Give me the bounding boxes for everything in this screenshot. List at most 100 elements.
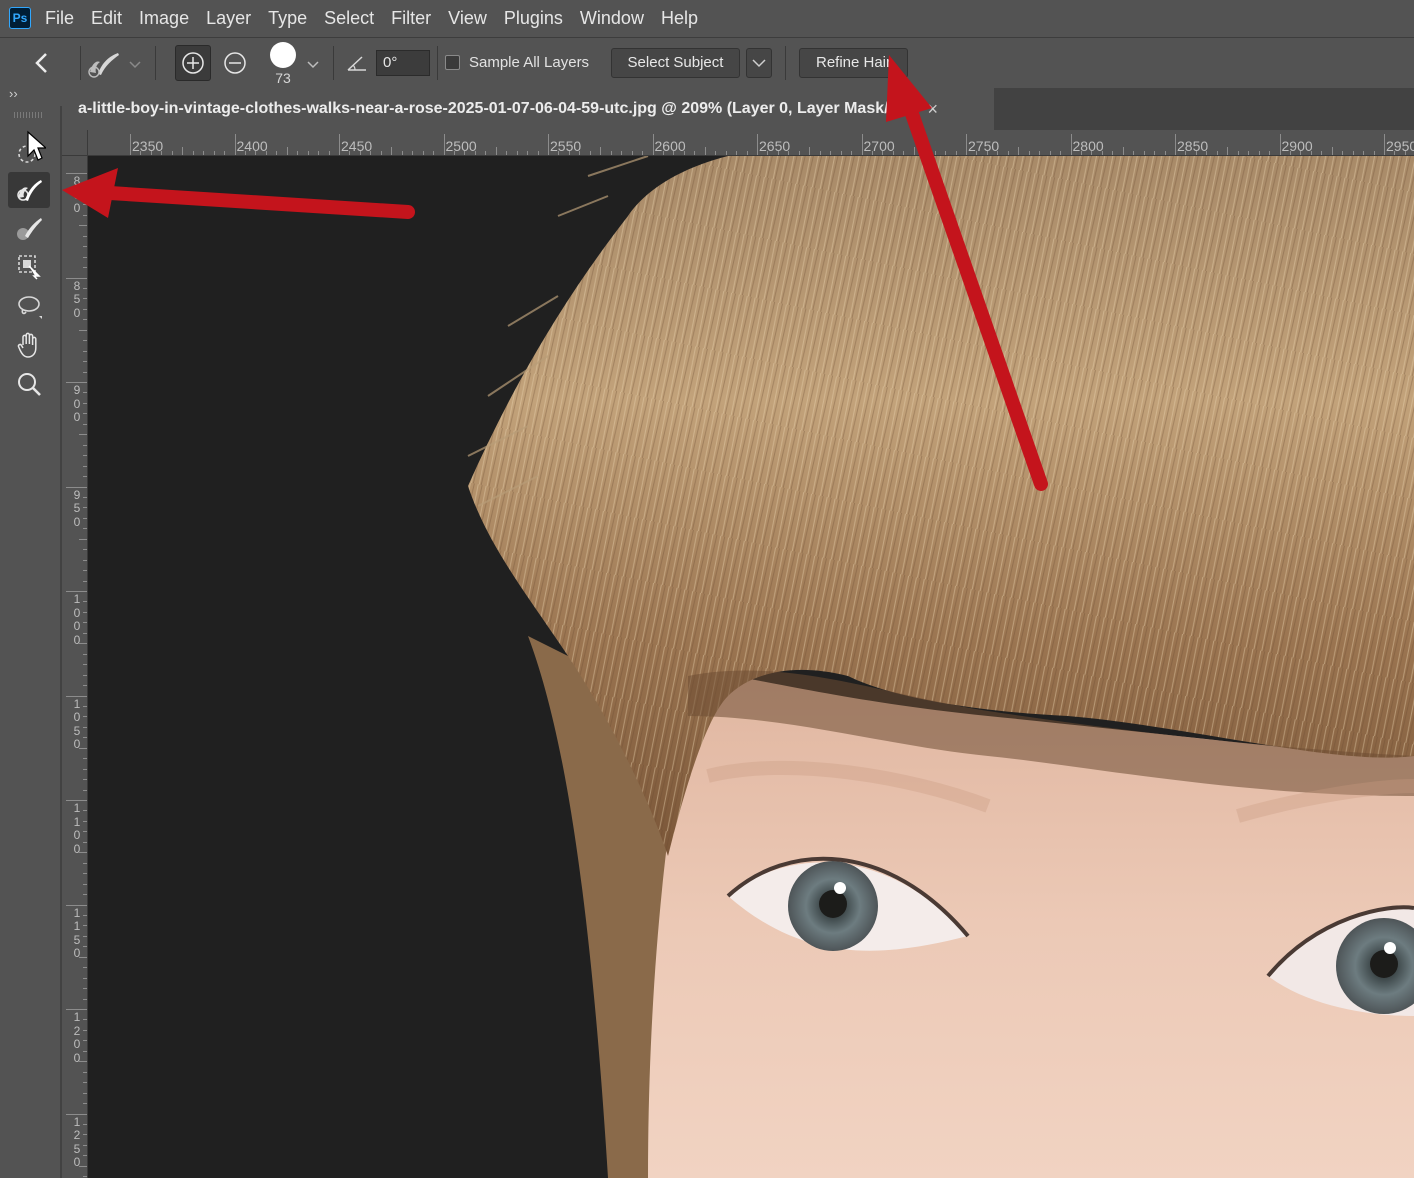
ruler-tick-major: [1384, 134, 1385, 155]
options-divider: [333, 46, 334, 80]
menu-bar: Ps File Edit Image Layer Type Select Fil…: [0, 0, 1414, 36]
document-tab[interactable]: a-little-boy-in-vintage-clothes-walks-ne…: [62, 88, 994, 130]
brush-size-picker[interactable]: 73: [268, 42, 298, 86]
ruler-tick-major: [1175, 134, 1176, 155]
refine-edge-brush-icon: [17, 180, 42, 201]
sample-all-layers-checkbox[interactable]: [445, 55, 460, 70]
ruler-tick-major: [339, 134, 340, 155]
ruler-tick-major: [1279, 134, 1281, 155]
ruler-label: 2750: [968, 138, 1000, 154]
restore-original-edge-button[interactable]: [219, 45, 253, 81]
ruler-tick-major: [861, 134, 863, 155]
ruler-label: 2600: [654, 138, 686, 154]
ruler-label: 1000: [73, 592, 81, 647]
ruler-tick-minor: [79, 852, 87, 854]
menu-file[interactable]: File: [45, 8, 74, 29]
document-tab-bar: a-little-boy-in-vintage-clothes-walks-ne…: [62, 88, 1414, 130]
ruler-tick-minor: [79, 643, 87, 645]
select-subject-dropdown[interactable]: [746, 48, 772, 78]
document-canvas[interactable]: [88, 156, 1414, 1178]
chevron-down-icon[interactable]: [128, 58, 142, 70]
brush-tip-icon: [270, 42, 296, 68]
options-bar: 73 0° Sample All Layers Select Subject R…: [0, 37, 1414, 89]
ruler-tick-minor: [809, 147, 811, 155]
ruler-label: 1050: [73, 696, 81, 751]
magnifier-icon: [18, 373, 41, 396]
ruler-tick-minor: [79, 434, 87, 436]
horizontal-ruler[interactable]: 2350 2400 2450 2500 2550 2600 2650 2700 2750 2800…: [88, 130, 1414, 156]
menu-view[interactable]: View: [448, 8, 487, 29]
options-divider: [785, 46, 786, 80]
collapse-panel-icon[interactable]: ››: [9, 86, 18, 101]
menu-image[interactable]: Image: [139, 8, 189, 29]
ruler-label: 900: [73, 383, 81, 424]
ruler-label: 2500: [445, 138, 477, 154]
photo-boy-hair-eyes: [467, 156, 1414, 1178]
expand-detection-area-button[interactable]: [175, 45, 211, 81]
ruler-tick-minor: [79, 747, 87, 749]
ruler-tick-minor: [1018, 147, 1020, 155]
brush-size-value: 73: [275, 70, 291, 86]
ruler-label: 2650: [759, 138, 791, 154]
ruler-label: 1250: [73, 1114, 81, 1169]
ruler-label: 1100: [73, 801, 81, 856]
back-arrow-icon[interactable]: [28, 48, 56, 78]
menu-edit[interactable]: Edit: [91, 8, 122, 29]
ruler-origin[interactable]: [62, 130, 88, 156]
refine-edge-brush-tool[interactable]: [8, 172, 50, 208]
ruler-tick-minor: [391, 147, 393, 155]
brush-tool[interactable]: [8, 210, 50, 246]
ruler-tick-minor: [1227, 147, 1229, 155]
ruler-tick-minor: [79, 225, 87, 227]
zoom-tool[interactable]: [8, 366, 50, 402]
photoshop-logo: Ps: [9, 7, 31, 29]
ruler-label: 2350: [132, 138, 164, 154]
brush-icon: [17, 218, 42, 240]
panel-grip[interactable]: [14, 112, 44, 118]
ruler-tick-minor: [1122, 147, 1124, 155]
ruler-tick-major: [130, 134, 131, 155]
ruler-tick-minor: [600, 147, 602, 155]
ruler-tick-minor: [704, 147, 706, 155]
ruler-tick-minor: [79, 956, 87, 958]
refine-edge-brush-preset-icon[interactable]: [86, 50, 122, 78]
object-selection-icon: [18, 255, 41, 280]
mouse-pointer-icon: [26, 130, 48, 162]
ruler-tick-minor: [79, 538, 87, 540]
ruler-label: 1150: [73, 905, 81, 960]
ruler-tick-major: [443, 134, 445, 155]
refine-hair-button[interactable]: Refine Hair: [799, 48, 908, 78]
ruler-tick-minor: [286, 147, 288, 155]
ruler-tick-minor: [495, 147, 497, 155]
ruler-label: 2950: [1386, 138, 1414, 154]
ruler-label: 850: [73, 278, 81, 320]
menu-filter[interactable]: Filter: [391, 8, 431, 29]
ruler-tick-major: [234, 134, 236, 155]
menu-help[interactable]: Help: [661, 8, 698, 29]
object-selection-tool[interactable]: [8, 248, 50, 284]
menu-layer[interactable]: Layer: [206, 8, 251, 29]
document-title: a-little-boy-in-vintage-clothes-walks-ne…: [78, 100, 914, 117]
ruler-label: 2550: [550, 138, 582, 154]
angle-field[interactable]: 0°: [376, 50, 430, 76]
ruler-label: 2700: [863, 138, 895, 154]
menu-plugins[interactable]: Plugins: [504, 8, 563, 29]
options-divider: [437, 46, 438, 80]
chevron-down-icon[interactable]: [306, 58, 320, 70]
lasso-tool[interactable]: [8, 288, 50, 324]
ruler-label: 2850: [1177, 138, 1209, 154]
angle-icon: [346, 54, 368, 72]
menu-type[interactable]: Type: [268, 8, 307, 29]
ruler-tick-major: [757, 134, 758, 155]
vertical-ruler[interactable]: 800 850 900 950 1000 1050 1100 1150 1200 1250: [62, 156, 88, 1178]
close-icon[interactable]: ×: [927, 99, 938, 120]
menu-window[interactable]: Window: [580, 8, 644, 29]
ruler-tick-minor: [1331, 147, 1333, 155]
sample-all-layers-option[interactable]: Sample All Layers: [445, 54, 589, 71]
menu-select[interactable]: Select: [324, 8, 374, 29]
ruler-tick-major: [652, 134, 654, 155]
select-subject-button[interactable]: Select Subject: [611, 48, 740, 78]
ruler-tick-major: [1070, 134, 1072, 155]
hand-tool[interactable]: [8, 327, 50, 363]
ruler-label: 950: [73, 487, 81, 529]
